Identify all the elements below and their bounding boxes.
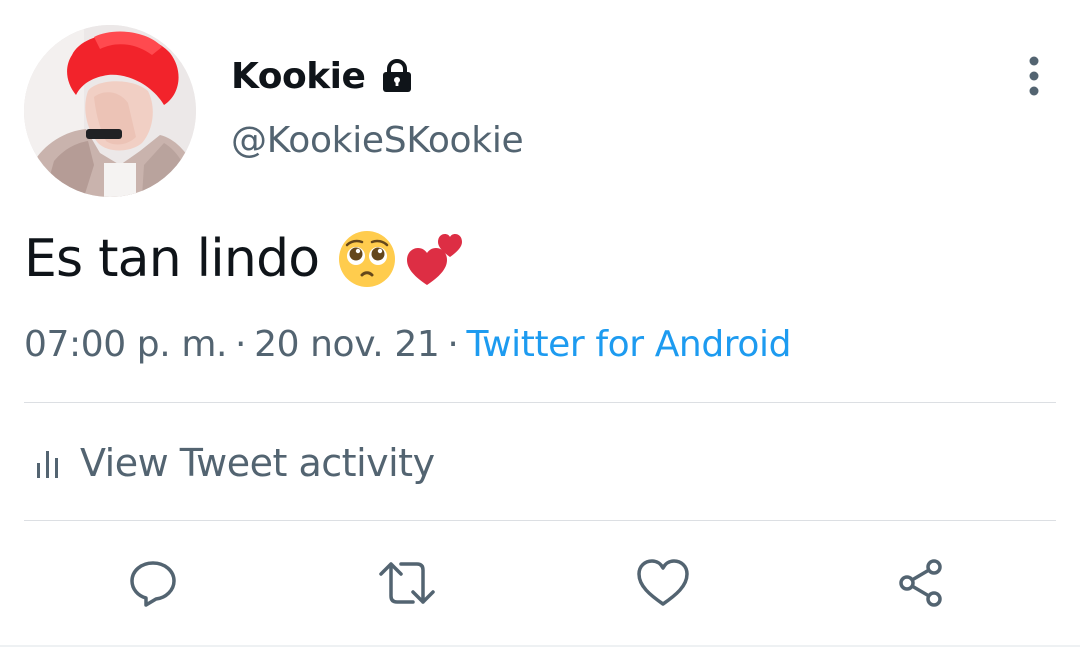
bottom-divider: [0, 645, 1080, 647]
like-button[interactable]: [628, 548, 698, 618]
two-hearts-emoji: [405, 229, 465, 289]
avatar-photo: [24, 25, 196, 197]
reply-icon: [130, 561, 176, 607]
more-vertical-icon: [1029, 56, 1039, 96]
share-button[interactable]: [886, 548, 956, 618]
tweet-meta: 07:00 p. m. · 20 nov. 21 · Twitter for A…: [24, 318, 791, 370]
pleading-face-emoji: [337, 229, 397, 289]
tweet-card: Kookie @KookieSKookie Es tan lindo 07:00…: [0, 0, 1080, 659]
meta-separator: ·: [235, 323, 247, 365]
reply-button[interactable]: [118, 548, 188, 618]
retweet-icon: [379, 562, 435, 604]
avatar[interactable]: [24, 25, 196, 197]
divider: [24, 402, 1056, 403]
heart-icon: [637, 559, 689, 606]
meta-separator: ·: [447, 323, 459, 365]
display-name[interactable]: Kookie: [231, 56, 366, 97]
tweet-source-link[interactable]: Twitter for Android: [466, 324, 791, 365]
view-tweet-activity-label: View Tweet activity: [80, 441, 435, 485]
more-options-button[interactable]: [1012, 52, 1056, 102]
tweet-time: 07:00 p. m.: [24, 323, 228, 365]
user-handle[interactable]: @KookieSKookie: [231, 120, 524, 161]
tweet-date: 20 nov. 21: [254, 323, 440, 365]
retweet-button[interactable]: [372, 548, 442, 618]
tweet-action-bar: [0, 548, 1080, 618]
share-icon: [899, 559, 942, 607]
divider: [24, 520, 1056, 521]
bar-chart-icon: [37, 451, 58, 478]
display-name-row[interactable]: Kookie: [231, 52, 415, 100]
view-tweet-activity-button[interactable]: View Tweet activity: [36, 436, 435, 490]
lock-icon: [379, 58, 415, 94]
tweet-text-content: Es tan lindo: [24, 229, 320, 289]
tweet-text: Es tan lindo: [24, 226, 465, 292]
